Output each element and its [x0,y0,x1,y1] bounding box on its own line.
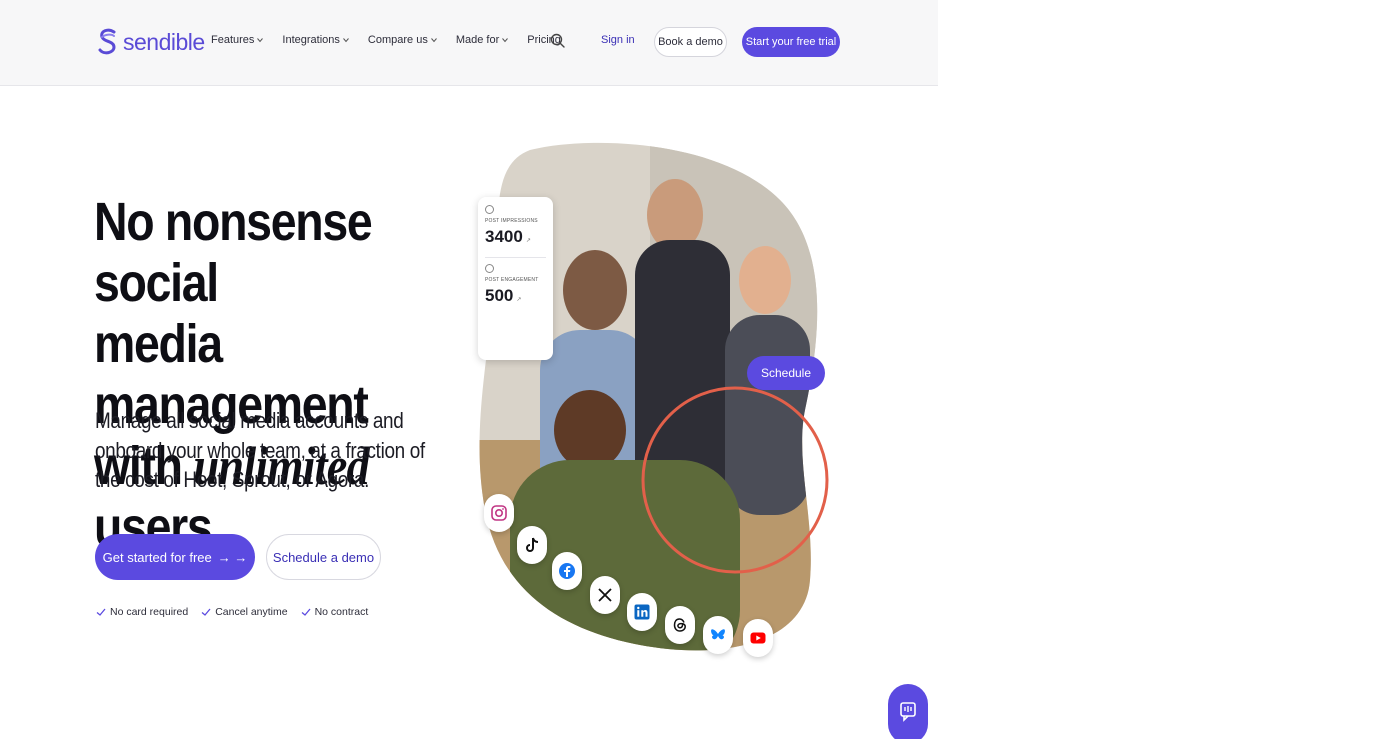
impressions-number: 3400 [485,227,523,246]
benefit-label: Cancel anytime [215,606,288,618]
instagram-icon [491,505,507,521]
arrow-right-icon: → → [217,549,248,565]
check-icon [301,608,311,616]
nav-label: Made for [455,34,500,46]
trend-up-icon: ↗ [516,297,522,303]
benefit-item: Cancel anytime [200,606,288,618]
trend-up-icon: ↗ [525,238,531,244]
x-icon [598,588,612,602]
main-nav: Features Integrations Compare us Made fo… [211,34,579,46]
logo-text: sendible [123,28,205,55]
check-icon [96,608,106,616]
check-icon [201,608,211,616]
book-demo-button[interactable]: Book a demo [654,27,727,57]
hero-title-line1: No nonsense social [94,192,373,313]
youtube-icon [750,632,766,644]
site-header: sendible Features Integrations Compare u… [0,0,938,86]
engagement-value: 500 ↗ [485,286,546,306]
engagement-number: 500 [485,286,514,305]
benefit-label: No contract [314,606,369,618]
nav-label: Integrations [282,34,340,46]
benefit-item: No contract [300,606,369,618]
bluesky-icon [711,629,725,640]
social-chip-linkedin [627,593,657,631]
search-icon[interactable] [549,32,567,50]
page: sendible Features Integrations Compare u… [0,0,938,739]
linkedin-icon [634,604,650,620]
nav-item-integrations[interactable]: Integrations [282,34,349,46]
social-chip-youtube [743,619,773,657]
benefit-checks: No card required Cancel anytime No contr… [95,606,368,618]
chevron-down-icon [343,38,349,43]
facebook-icon [559,563,575,579]
nav-label: Compare us [367,34,428,46]
get-started-button[interactable]: Get started for free → → [95,534,255,580]
tiktok-icon [526,537,539,552]
benefit-label: No card required [110,606,189,618]
nav-item-compare-us[interactable]: Compare us [368,34,438,46]
engagement-icon [485,264,494,273]
get-started-label: Get started for free [102,549,212,565]
chat-launcher-button[interactable] [888,684,928,739]
hero-title: No nonsense social media management with… [94,192,421,558]
impressions-label: POST IMPRESSIONS [485,218,538,224]
post-stats-card: POST IMPRESSIONS 3400 ↗ POST ENGAGEMENT … [478,197,553,360]
start-free-trial-button[interactable]: Start your free trial [742,27,840,57]
sign-in-link[interactable]: Sign in [601,34,635,46]
sendible-logo[interactable]: sendible [97,28,205,56]
schedule-demo-button[interactable]: Schedule a demo [266,534,381,580]
social-chip-facebook [552,552,582,590]
hero-subtitle: Manage all social media accounts and onb… [95,408,425,492]
social-chip-instagram [484,494,514,532]
social-chip-tiktok [517,526,547,564]
social-chip-x [590,576,620,614]
chevron-down-icon [257,38,264,43]
sendible-logo-icon [98,28,116,55]
nav-label: Features [211,34,255,46]
benefit-item: No card required [95,606,188,618]
nav-item-made-for[interactable]: Made for [456,34,509,46]
chevron-down-icon [430,38,437,43]
impressions-icon [485,205,494,214]
threads-icon [673,618,686,632]
social-chip-bluesky [703,616,733,654]
engagement-label: POST ENGAGEMENT [485,277,539,283]
nav-item-features[interactable]: Features [211,34,264,46]
social-chip-threads [665,606,695,644]
schedule-pill: Schedule [747,356,825,390]
impressions-value: 3400 ↗ [485,227,546,247]
divider [485,257,546,258]
chat-icon [900,702,916,722]
chevron-down-icon [502,38,509,43]
